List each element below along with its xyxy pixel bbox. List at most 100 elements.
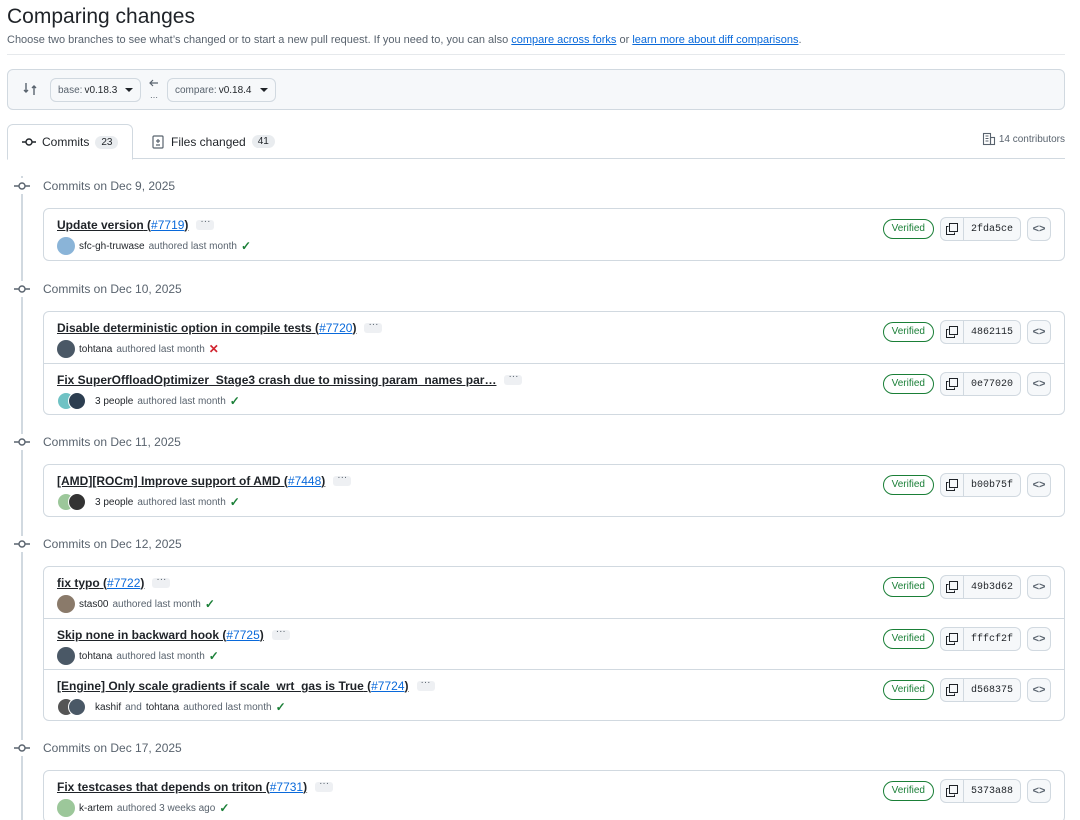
caret-down-icon bbox=[125, 88, 134, 92]
browse-code-icon[interactable]: <> bbox=[1027, 779, 1051, 803]
tab-files-changed[interactable]: Files changed 41 bbox=[137, 124, 289, 159]
author-link[interactable]: kashif bbox=[95, 702, 121, 713]
paren-open: ( bbox=[280, 474, 288, 488]
avatar[interactable] bbox=[57, 237, 75, 255]
verified-badge[interactable]: Verified bbox=[882, 577, 934, 597]
author-link[interactable]: k-artem bbox=[79, 803, 113, 814]
pr-link[interactable]: #7725 bbox=[226, 628, 259, 642]
check-icon[interactable]: ✓ bbox=[209, 649, 219, 663]
commit-row: [Engine] Only scale gradients if scale_w… bbox=[44, 669, 1064, 720]
commit-row: Skip none in backward hook (#7725) tohta… bbox=[44, 618, 1064, 669]
copy-icon[interactable] bbox=[939, 473, 964, 497]
verified-badge[interactable]: Verified bbox=[882, 219, 934, 239]
day-header: Commits on Dec 9, 2025 bbox=[14, 178, 176, 194]
check-icon[interactable]: ✓ bbox=[219, 801, 229, 815]
check-icon[interactable]: ✓ bbox=[205, 597, 215, 611]
commit-title-link[interactable]: Disable deterministic option in compile … bbox=[57, 321, 312, 335]
author-link[interactable]: sfc-gh-truwase bbox=[79, 241, 145, 252]
author-link[interactable]: 3 people bbox=[95, 497, 133, 508]
commit-title-link[interactable]: Fix testcases that depends on triton bbox=[57, 780, 262, 794]
expand-message-button[interactable] bbox=[364, 319, 383, 333]
avatar-stack[interactable] bbox=[57, 493, 86, 511]
pr-link[interactable]: #7722 bbox=[107, 576, 140, 590]
expand-message-button[interactable] bbox=[196, 216, 215, 230]
avatar-stack[interactable] bbox=[57, 392, 86, 410]
commit-row: Fix SuperOffloadOptimizer_Stage3 crash d… bbox=[44, 363, 1064, 414]
commit-sha-link[interactable]: b00b75f bbox=[963, 473, 1021, 497]
commit-title-link[interactable]: Fix SuperOffloadOptimizer_Stage3 crash d… bbox=[57, 373, 496, 387]
browse-code-icon[interactable]: <> bbox=[1027, 320, 1051, 344]
copy-icon[interactable] bbox=[939, 627, 964, 651]
commit-sha-link[interactable]: 0e77020 bbox=[963, 372, 1021, 396]
avatar[interactable] bbox=[57, 340, 75, 358]
avatar[interactable] bbox=[57, 595, 75, 613]
pr-link[interactable]: #7724 bbox=[371, 679, 404, 693]
copy-icon[interactable] bbox=[939, 320, 964, 344]
browse-code-icon[interactable]: <> bbox=[1027, 627, 1051, 651]
compare-branch-select[interactable]: compare: v0.18.4 bbox=[167, 78, 276, 102]
check-icon[interactable]: ✓ bbox=[230, 495, 240, 509]
copy-icon[interactable] bbox=[939, 779, 964, 803]
author-link[interactable]: stas00 bbox=[79, 599, 108, 610]
pr-link[interactable]: #7731 bbox=[270, 780, 303, 794]
commit-sha-link[interactable]: fffcf2f bbox=[963, 627, 1021, 651]
commit-title-link[interactable]: fix typo bbox=[57, 576, 100, 590]
copy-icon[interactable] bbox=[939, 575, 964, 599]
pr-link[interactable]: #7720 bbox=[319, 321, 352, 335]
browse-code-icon[interactable]: <> bbox=[1027, 372, 1051, 396]
commit-title-link[interactable]: [AMD][ROCm] Improve support of AMD bbox=[57, 474, 281, 488]
contributors-link[interactable]: 14 contributors bbox=[982, 132, 1065, 146]
expand-message-button[interactable] bbox=[152, 574, 171, 588]
day-header: Commits on Dec 12, 2025 bbox=[14, 536, 182, 552]
paren-close: ) bbox=[303, 780, 308, 794]
commit-sha-link[interactable]: 4862115 bbox=[963, 320, 1021, 344]
commit-title-link[interactable]: [Engine] Only scale gradients if scale_w… bbox=[57, 679, 364, 693]
verified-badge[interactable]: Verified bbox=[882, 374, 934, 394]
compare-forks-link[interactable]: compare across forks bbox=[511, 34, 616, 46]
check-icon[interactable]: ✓ bbox=[230, 394, 240, 408]
author-link[interactable]: tohtana bbox=[146, 702, 179, 713]
verified-badge[interactable]: Verified bbox=[882, 781, 934, 801]
author-link[interactable]: tohtana bbox=[79, 344, 112, 355]
base-branch-select[interactable]: base: v0.18.3 bbox=[50, 78, 142, 102]
paren-open: ( bbox=[363, 679, 372, 693]
browse-code-icon[interactable]: <> bbox=[1027, 678, 1051, 702]
expand-message-button[interactable] bbox=[315, 778, 334, 792]
avatar-stack[interactable] bbox=[57, 698, 86, 716]
verified-badge[interactable]: Verified bbox=[882, 680, 934, 700]
commit-title-link[interactable]: Update version bbox=[57, 218, 144, 232]
x-fail-icon[interactable]: ✕ bbox=[209, 342, 219, 356]
author-link[interactable]: 3 people bbox=[95, 396, 133, 407]
commit-sha-link[interactable]: d568375 bbox=[963, 678, 1021, 702]
browse-code-icon[interactable]: <> bbox=[1027, 473, 1051, 497]
browse-code-icon[interactable]: <> bbox=[1027, 575, 1051, 599]
copy-icon[interactable] bbox=[939, 372, 964, 396]
pr-link[interactable]: #7448 bbox=[288, 474, 321, 488]
expand-message-button[interactable] bbox=[416, 677, 435, 691]
avatar[interactable] bbox=[57, 799, 75, 817]
check-icon[interactable]: ✓ bbox=[241, 239, 251, 253]
verified-badge[interactable]: Verified bbox=[882, 629, 934, 649]
copy-icon[interactable] bbox=[939, 217, 964, 241]
commit-sha-link[interactable]: 5373a88 bbox=[963, 779, 1021, 803]
browse-code-icon[interactable]: <> bbox=[1027, 217, 1051, 241]
avatar[interactable] bbox=[57, 647, 75, 665]
verified-badge[interactable]: Verified bbox=[882, 322, 934, 342]
commit-sha-link[interactable]: 2fda5ce bbox=[963, 217, 1021, 241]
pr-link[interactable]: #7719 bbox=[151, 218, 184, 232]
day-label: Commits on Dec 11, 2025 bbox=[43, 435, 181, 449]
expand-message-button[interactable] bbox=[504, 371, 523, 385]
copy-icon[interactable] bbox=[939, 678, 964, 702]
tab-commits[interactable]: Commits 23 bbox=[7, 124, 134, 160]
commit-title-link[interactable]: Skip none in backward hook bbox=[57, 628, 219, 642]
learn-more-link[interactable]: learn more about diff comparisons bbox=[632, 34, 798, 46]
commit-sha-link[interactable]: 49b3d62 bbox=[963, 575, 1021, 599]
expand-message-button[interactable] bbox=[333, 472, 352, 486]
paren-open: ( bbox=[262, 780, 270, 794]
author-link[interactable]: tohtana bbox=[79, 651, 112, 662]
divider bbox=[7, 54, 1065, 55]
check-icon[interactable]: ✓ bbox=[276, 700, 286, 714]
expand-message-button[interactable] bbox=[271, 626, 290, 640]
verified-badge[interactable]: Verified bbox=[882, 475, 934, 495]
commit-icon bbox=[14, 744, 30, 752]
